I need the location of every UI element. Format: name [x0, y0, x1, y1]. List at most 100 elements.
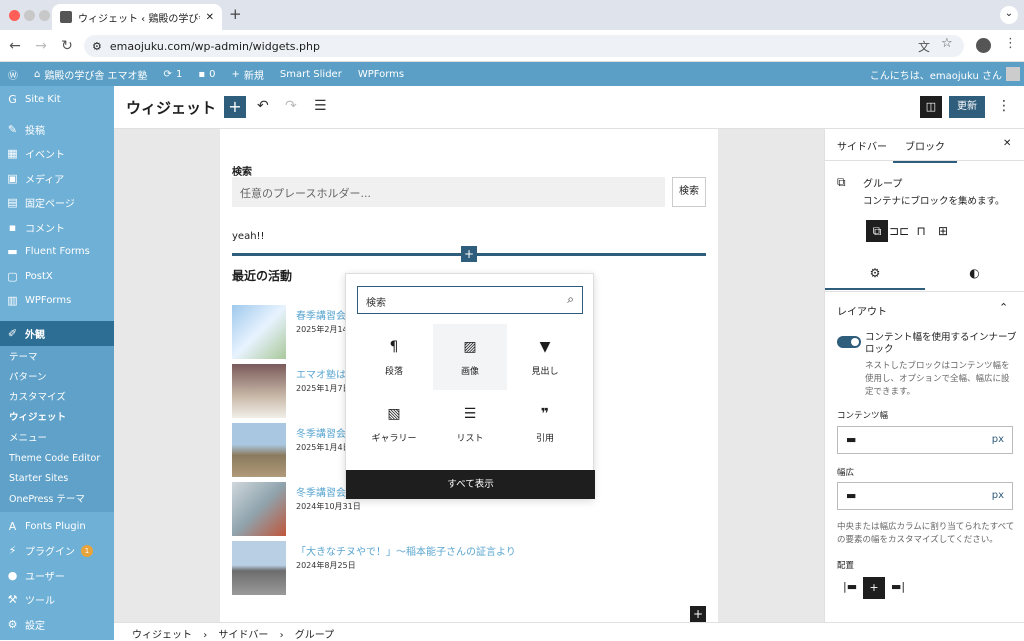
browser-tab[interactable]: ウィジェット ‹ 鶏殿の学び舎 エマオ... ✕: [52, 4, 222, 30]
comments-link[interactable]: ▪ 0: [190, 69, 223, 80]
search-block-button[interactable]: 検索: [672, 177, 706, 207]
site-info-icon[interactable]: ⚙: [92, 40, 102, 53]
append-block-button[interactable]: +: [690, 606, 706, 622]
submenu-patterns[interactable]: パターン: [0, 368, 114, 388]
address-bar[interactable]: ⚙ emaojuku.com/wp-admin/widgets.php: [84, 35, 964, 57]
browser-menu-icon[interactable]: ⋮: [1004, 36, 1017, 51]
update-button[interactable]: 更新: [949, 96, 985, 118]
variation-group-icon[interactable]: ⧉: [866, 220, 888, 242]
site-name-link[interactable]: ⌂ 鶏殿の学び舎 エマオ塾: [26, 67, 156, 82]
translate-icon[interactable]: 文: [918, 38, 930, 55]
new-content-link[interactable]: + 新規: [223, 67, 271, 82]
post-thumbnail[interactable]: [232, 364, 286, 418]
smart-slider-link[interactable]: Smart Slider: [272, 69, 350, 80]
zoom-window-button[interactable]: [39, 10, 50, 21]
menu-comments[interactable]: ▪ コメント: [0, 215, 114, 240]
menu-fonts-plugin[interactable]: A Fonts Plugin: [0, 514, 114, 539]
show-all-button[interactable]: すべて表示: [346, 470, 595, 499]
inner-blocks-content-width-toggle[interactable]: [837, 336, 861, 348]
wordpress-logo-icon[interactable]: Ⓦ: [0, 67, 26, 82]
submenu-themes[interactable]: テーマ: [0, 348, 114, 368]
submenu-starter-sites[interactable]: Starter Sites: [0, 469, 114, 489]
unit-select[interactable]: px: [992, 490, 1004, 501]
submenu-onepress-theme[interactable]: OnePress テーマ: [0, 490, 114, 510]
justify-center-icon[interactable]: +: [863, 577, 885, 599]
tab-sidebar[interactable]: サイドバー: [837, 138, 887, 153]
menu-media[interactable]: ▣ メディア: [0, 166, 114, 191]
menu-plugins[interactable]: ⚡ プラグイン 1: [0, 538, 114, 563]
bookmark-star-icon[interactable]: ☆: [941, 36, 953, 51]
variation-stack-icon[interactable]: ⊓: [910, 220, 932, 242]
justify-left-icon[interactable]: |▬: [843, 580, 857, 593]
breadcrumb-item[interactable]: ウィジェット: [132, 630, 192, 641]
post-thumbnail[interactable]: [232, 482, 286, 536]
block-heading[interactable]: ▼ 見出し: [508, 324, 582, 390]
menu-settings[interactable]: ⚙ 設定: [0, 612, 114, 637]
block-inserter-toggle[interactable]: +: [224, 96, 246, 118]
submenu-menus[interactable]: メニュー: [0, 429, 114, 449]
block-list[interactable]: ☰ リスト: [433, 391, 507, 457]
chevron-up-icon[interactable]: ⌃: [999, 301, 1008, 314]
variation-row-icon[interactable]: ⊐⊏: [888, 220, 910, 242]
close-window-button[interactable]: [9, 10, 20, 21]
post-link[interactable]: 冬季講習会: [296, 484, 346, 499]
submenu-theme-code-editor[interactable]: Theme Code Editor: [0, 449, 114, 469]
redo-icon[interactable]: ↷: [285, 98, 297, 114]
menu-appearance[interactable]: ✐ 外観: [0, 321, 114, 346]
new-tab-button[interactable]: +: [229, 5, 242, 23]
menu-site-kit[interactable]: G Site Kit: [0, 89, 114, 109]
block-gallery[interactable]: ▧ ギャラリー: [357, 391, 431, 457]
tab-close-icon[interactable]: ✕: [206, 12, 214, 23]
variation-grid-icon[interactable]: ⊞: [932, 220, 954, 242]
account-link[interactable]: こんにちは、emaojuku さん: [870, 67, 1024, 82]
submenu-customize[interactable]: カスタマイズ: [0, 388, 114, 408]
menu-fluent-forms[interactable]: ▬ Fluent Forms: [0, 240, 114, 265]
profile-icon[interactable]: [976, 38, 991, 53]
settings-sidebar-toggle[interactable]: ◫: [920, 96, 942, 118]
submenu-widgets[interactable]: ウィジェット: [0, 408, 114, 428]
menu-postx[interactable]: ▢ PostX: [0, 264, 114, 289]
undo-icon[interactable]: ↶: [257, 98, 269, 114]
recent-activity-heading[interactable]: 最近の活動: [232, 267, 292, 284]
post-thumbnail[interactable]: [232, 541, 286, 595]
block-image[interactable]: ▨ 画像: [433, 324, 507, 390]
menu-wpforms[interactable]: ▥ WPForms: [0, 289, 114, 314]
content-width-input[interactable]: ▬ px: [837, 426, 1013, 454]
search-block-input[interactable]: 任意のプレースホルダー...: [232, 177, 665, 207]
post-link[interactable]: 冬季講習会: [296, 425, 346, 440]
menu-posts[interactable]: ✎ 投稿: [0, 117, 114, 142]
forward-icon[interactable]: →: [32, 37, 50, 55]
block-quote[interactable]: ❞ 引用: [508, 391, 582, 457]
styles-tab-icon[interactable]: ◐: [925, 257, 1024, 290]
post-link[interactable]: 「大きなチヌやで！」〜稲本能子さんの証言より: [296, 543, 516, 558]
post-link[interactable]: エマオ塾は: [296, 366, 346, 381]
menu-events[interactable]: ▦ イベント: [0, 142, 114, 167]
wpforms-link[interactable]: WPForms: [350, 69, 412, 80]
close-sidebar-icon[interactable]: ✕: [1003, 138, 1011, 149]
justify-right-icon[interactable]: ▬|: [891, 580, 905, 593]
updates-link[interactable]: ⟳ 1: [156, 69, 191, 80]
menu-users[interactable]: ● ユーザー: [0, 563, 114, 588]
list-view-icon[interactable]: ☰: [314, 98, 327, 114]
insert-block-button[interactable]: +: [461, 246, 477, 262]
inserter-search-input[interactable]: 検索 ⌕: [357, 286, 583, 314]
reload-icon[interactable]: ↻: [58, 37, 76, 55]
tab-search-button[interactable]: ⌄: [1000, 6, 1018, 24]
back-icon[interactable]: ←: [6, 37, 24, 55]
menu-pages[interactable]: ▤ 固定ページ: [0, 191, 114, 216]
menu-tools[interactable]: ⚒ ツール: [0, 587, 114, 612]
settings-tab-icon[interactable]: ⚙: [825, 257, 925, 290]
block-paragraph[interactable]: ¶ 段落: [357, 324, 431, 390]
layout-panel-title[interactable]: レイアウト: [837, 303, 887, 318]
unit-select[interactable]: px: [992, 434, 1004, 445]
paragraph-block[interactable]: yeah!!: [232, 231, 265, 242]
tab-block[interactable]: ブロック: [893, 138, 957, 163]
post-thumbnail[interactable]: [232, 305, 286, 359]
wide-width-input[interactable]: ▬ px: [837, 482, 1013, 510]
breadcrumb-item[interactable]: グループ: [295, 630, 334, 641]
minimize-window-button[interactable]: [24, 10, 35, 21]
options-menu-icon[interactable]: ⋮: [997, 98, 1011, 114]
post-thumbnail[interactable]: [232, 423, 286, 477]
post-link[interactable]: 春季講習会: [296, 307, 346, 322]
breadcrumb-item[interactable]: サイドバー: [218, 630, 268, 641]
